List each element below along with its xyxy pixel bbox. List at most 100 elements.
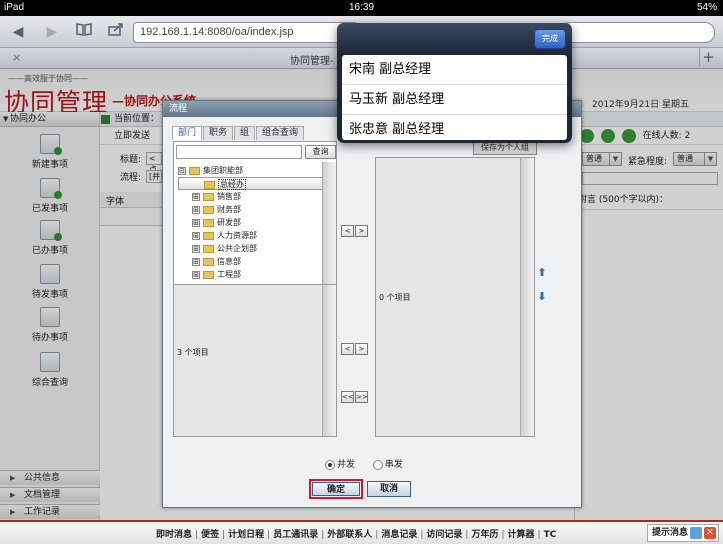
hint-messages[interactable]: 提示消息 ✕ — [646, 524, 719, 542]
picker-option[interactable]: 宋南 副总经理 — [342, 55, 567, 85]
ios-status-bar: iPad 16:39 54% — [0, 0, 723, 16]
popover-header: 完成 — [337, 23, 572, 55]
move-all-right-button[interactable]: >> — [355, 391, 368, 403]
share-icon[interactable] — [106, 22, 126, 42]
close-icon[interactable]: ✕ — [704, 527, 716, 539]
expand-node-icon[interactable]: ⊞ — [192, 244, 200, 253]
hint-label: 提示消息 — [651, 528, 688, 538]
expand-node-icon[interactable]: ⊞ — [192, 270, 200, 279]
bottom-link[interactable]: 计划日程 — [228, 530, 264, 540]
selected-scrollbar[interactable] — [520, 158, 534, 436]
radio-serial[interactable] — [372, 459, 383, 470]
tree-node[interactable]: ⊞ 信息部 — [178, 255, 334, 268]
tree-node-label: 研发部 — [217, 218, 241, 227]
expand-node-icon[interactable]: ⊞ — [192, 218, 200, 227]
selected-list: 0 个项目 — [375, 157, 535, 437]
move-left-button-2[interactable]: < — [341, 343, 354, 355]
message-icon[interactable] — [690, 527, 702, 539]
tab-department[interactable]: 部门 — [172, 126, 203, 140]
candidate-scrollbar[interactable] — [322, 285, 336, 436]
bookmarks-icon[interactable] — [74, 22, 94, 42]
tree-node[interactable]: ⊞ 工程部 — [178, 268, 334, 281]
bottom-link[interactable]: 消息记录 — [381, 530, 417, 540]
folder-icon — [203, 218, 214, 227]
tab-title[interactable]: 协同管理- — [290, 52, 334, 67]
tree-search-button[interactable]: 查询 — [305, 145, 336, 159]
bottom-link[interactable]: TC — [544, 530, 557, 540]
expand-node-icon[interactable]: ⊞ — [192, 257, 200, 266]
save-personal-group-button[interactable]: 保存为个人组 — [473, 141, 537, 155]
tree-node[interactable]: ⊞ 销售部 — [178, 190, 334, 203]
forward-arrow-icon[interactable]: ▶ — [42, 22, 62, 42]
bottom-link[interactable]: 万年历 — [471, 530, 498, 540]
tree-node[interactable]: ⊞ 财务部 — [178, 203, 334, 216]
tree-node[interactable]: ⊞ 公共企划部 — [178, 242, 334, 255]
tree-node-label: 人力资源部 — [217, 231, 257, 240]
move-right-button[interactable]: > — [355, 225, 368, 237]
cancel-button[interactable]: 取消 — [367, 481, 411, 497]
dialog-tabs: 部门 职务组组合查询 — [172, 126, 305, 140]
tree-node-label: 工程部 — [217, 270, 241, 279]
selected-count: 0 个项目 — [379, 293, 411, 302]
confirm-button[interactable]: 确定 — [312, 482, 360, 496]
bottom-link[interactable]: 即时消息 — [156, 530, 192, 540]
candidate-count: 3 个项目 — [177, 348, 209, 357]
org-tree: ⊟ 集团职能部 总经办 ⊞ 销售部 ⊞ 财务部 ⊞ 研发部 ⊞ 人力资源部 ⊞ 公共企划部 ⊞ 信息部 ⊞ 工程… — [178, 164, 334, 282]
link-separator: | — [501, 530, 505, 540]
radio-parallel[interactable] — [325, 459, 335, 470]
tree-node-label: 总经办 — [218, 179, 246, 190]
link-separator: | — [267, 530, 271, 540]
done-button[interactable]: 完成 — [534, 29, 566, 49]
tab-combined-query[interactable]: 组合查询 — [256, 126, 305, 140]
close-tab-icon[interactable]: × — [12, 51, 21, 64]
tab-group[interactable]: 组 — [234, 126, 256, 140]
move-all-left-button[interactable]: << — [341, 391, 354, 403]
tree-node-label: 财务部 — [217, 205, 241, 214]
clock: 16:39 — [348, 2, 375, 13]
tab-position[interactable]: 职务 — [203, 126, 234, 140]
address-bar[interactable]: 192.168.1.14:8080/oa/index.jsp — [133, 22, 358, 43]
bottom-link[interactable]: 员工通讯录 — [273, 530, 318, 540]
tree-scrollbar[interactable] — [322, 162, 336, 302]
tree-node[interactable]: ⊞ 研发部 — [178, 216, 334, 229]
folder-icon — [203, 231, 214, 240]
tree-node[interactable]: ⊞后勤安保部 — [178, 281, 334, 282]
picker-option[interactable]: 张忠意 副总经理 — [342, 115, 567, 140]
bottom-link[interactable]: 外部联系人 — [327, 530, 372, 540]
bottom-links: 即时消息 | 便签 | 计划日程 | 员工通讯录 | 外部联系人 | 消息记录 | 访问记录 | 万年历 | 计… — [156, 527, 556, 540]
collapse-node-icon[interactable]: ⊟ — [178, 166, 186, 175]
move-left-button[interactable]: < — [341, 225, 354, 237]
link-separator: | — [375, 530, 379, 540]
link-separator: | — [222, 530, 226, 540]
expand-node-icon[interactable]: ⊞ — [192, 205, 200, 214]
folder-icon — [204, 180, 215, 189]
tree-node-label: 信息部 — [217, 257, 241, 266]
search-bar[interactable] — [560, 22, 715, 43]
picker-option[interactable]: 马玉新 副总经理 — [342, 85, 567, 115]
tree-node[interactable]: ⊟ 集团职能部 — [178, 164, 334, 177]
confirm-button-highlight: 确定 — [309, 479, 363, 499]
battery-level: 54% — [696, 2, 717, 13]
link-separator: | — [321, 530, 325, 540]
folder-icon — [203, 244, 214, 253]
tree-node[interactable]: 总经办 — [178, 177, 334, 190]
link-separator: | — [465, 530, 469, 540]
bottom-link[interactable]: 便签 — [201, 530, 219, 540]
folder-icon — [203, 257, 214, 266]
expand-node-icon[interactable]: ⊞ — [192, 231, 200, 240]
move-up-icon[interactable]: ⬆ — [537, 267, 547, 279]
bottom-link-bar: 即时消息 | 便签 | 计划日程 | 员工通讯录 | 外部联系人 | 消息记录 | 访问记录 | 万年历 | 计… — [0, 520, 723, 544]
bottom-link[interactable]: 计算器 — [508, 530, 535, 540]
bottom-link[interactable]: 访问记录 — [426, 530, 462, 540]
new-tab-icon[interactable]: + — [699, 48, 717, 67]
tree-node-label: 集团职能部 — [203, 166, 243, 175]
picker-list: 宋南 副总经理 马玉新 副总经理 张忠意 副总经理 — [342, 55, 567, 140]
link-separator: | — [420, 530, 424, 540]
move-down-icon[interactable]: ⬇ — [537, 291, 547, 303]
expand-node-icon[interactable]: ⊞ — [192, 192, 200, 201]
move-right-button-2[interactable]: > — [355, 343, 368, 355]
tree-node[interactable]: ⊞ 人力资源部 — [178, 229, 334, 242]
back-arrow-icon[interactable]: ◀ — [8, 22, 28, 42]
flow-dialog: 流程 部门 职务组组合查询 保存为个人组 查询 ⊟ 集团职能部 总经办 ⊞ 销售部 ⊞ 财务部… — [162, 100, 582, 508]
tree-search-input[interactable] — [176, 145, 302, 159]
